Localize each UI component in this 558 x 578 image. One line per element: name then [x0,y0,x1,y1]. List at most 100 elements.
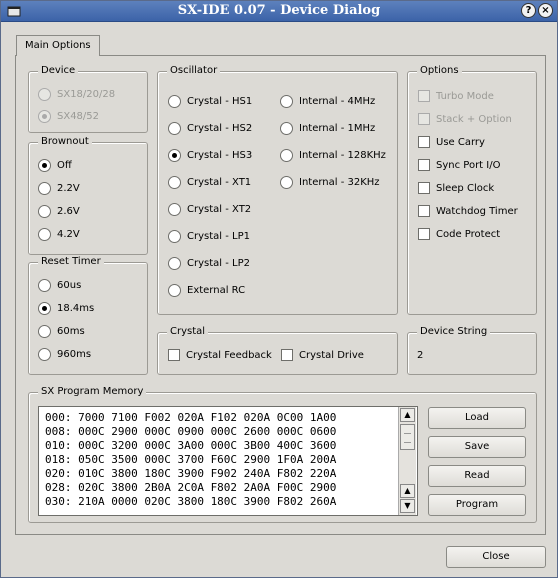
device-option-sx48[interactable]: SX48/52 [38,109,99,123]
option-use-carry[interactable]: Use Carry [418,135,485,149]
radio-icon [168,256,181,270]
help-button[interactable]: ? [521,3,536,18]
osc-internal-1mhz[interactable]: Internal - 1MHz [280,121,375,135]
reset-timer-option-label: 960ms [57,348,92,360]
device-string-legend: Device String [417,326,491,338]
osc-option-label: Internal - 1MHz [299,122,376,134]
osc-option-label: Internal - 32KHz [299,176,380,188]
osc-option-label: Crystal - XT2 [187,203,252,215]
radio-icon [168,283,181,297]
radio-icon [280,175,293,189]
osc-crystal-xt2[interactable]: Crystal - XT2 [168,202,251,216]
memory-line: 020: 010C 3800 180C 3900 F902 240A F802 … [45,467,337,480]
reset-timer-option-60ms[interactable]: 60ms [38,324,85,338]
brownout-option-2-2v[interactable]: 2.2V [38,181,80,195]
brownout-option-label: 4.2V [57,228,80,240]
osc-option-label: Crystal - LP1 [187,230,250,242]
close-button[interactable]: Close [446,546,546,568]
radio-icon [38,227,51,241]
device-option-sx18[interactable]: SX18/20/28 [38,87,115,101]
radio-icon [168,175,181,189]
reset-timer-option-label: 60us [57,279,82,291]
osc-crystal-hs1[interactable]: Crystal - HS1 [168,94,252,108]
osc-option-label: Crystal - HS3 [187,149,253,161]
crystal-feedback-checkbox[interactable]: Crystal Feedback [168,348,272,362]
title-bar[interactable]: SX-IDE 0.07 - Device Dialog ? × [1,1,557,22]
load-button[interactable]: Load [428,407,526,429]
save-button[interactable]: Save [428,436,526,458]
crystal-option-label: Crystal Drive [299,349,364,361]
close-window-button[interactable]: × [538,3,553,18]
device-string-value: 2 [417,349,424,361]
osc-crystal-lp2[interactable]: Crystal - LP2 [168,256,250,270]
checkbox-icon [418,228,430,240]
osc-crystal-hs2[interactable]: Crystal - HS2 [168,121,252,135]
memory-line: 000: 7000 7100 F002 020A F102 020A 0C00 … [45,411,337,424]
osc-option-label: Crystal - HS2 [187,122,253,134]
memory-line: 018: 050C 3500 000C 3700 F60C 2900 1F0A … [45,453,337,466]
program-button[interactable]: Program [428,494,526,516]
osc-option-label: Internal - 128KHz [299,149,386,161]
osc-crystal-xt1[interactable]: Crystal - XT1 [168,175,251,189]
device-string-group: Device String [407,326,537,375]
reset-timer-legend: Reset Timer [38,256,104,268]
brownout-option-label: Off [57,159,72,171]
device-dialog-window: SX-IDE 0.07 - Device Dialog ? × Main Opt… [0,0,558,578]
checkbox-icon [418,182,430,194]
memory-line: 028: 020C 3800 2B0A 2C0A F802 2A0A F00C … [45,481,337,494]
option-stack-option[interactable]: Stack + Option [418,112,512,126]
checkbox-icon [168,349,180,361]
read-button[interactable]: Read [428,465,526,487]
oscillator-legend: Oscillator [167,65,221,77]
reset-timer-option-960ms[interactable]: 960ms [38,347,91,361]
help-icon: ? [525,5,532,16]
brownout-option-2-6v[interactable]: 2.6V [38,204,80,218]
option-label: Sync Port I/O [436,159,501,171]
osc-internal-32khz[interactable]: Internal - 32KHz [280,175,380,189]
osc-external-rc[interactable]: External RC [168,283,245,297]
reset-timer-option-18-4ms[interactable]: 18.4ms [38,301,94,315]
close-icon: × [541,5,550,16]
reset-timer-option-60us[interactable]: 60us [38,278,81,292]
scroll-up-arrow-icon[interactable]: ▲ [400,408,415,422]
options-legend: Options [417,65,462,77]
scroll-up-arrow-icon[interactable]: ▲ [400,484,415,498]
window-title: SX-IDE 0.07 - Device Dialog [177,3,381,18]
option-watchdog-timer[interactable]: Watchdog Timer [418,204,518,218]
checkbox-icon [418,159,430,171]
program-memory-listing[interactable]: 000: 7000 7100 F002 020A F102 020A 0C00 … [38,406,418,516]
option-code-protect[interactable]: Code Protect [418,227,500,241]
radio-icon [38,324,51,338]
radio-icon [38,278,51,292]
radio-checked-icon [38,158,51,172]
device-group: Device [28,65,148,133]
checkbox-icon [418,90,430,102]
radio-icon [280,148,293,162]
option-label: Stack + Option [436,113,512,125]
device-legend: Device [38,65,79,77]
radio-icon [38,204,51,218]
program-memory-legend: SX Program Memory [38,386,147,398]
brownout-option-off[interactable]: Off [38,158,72,172]
reset-timer-option-label: 60ms [57,325,85,337]
checkbox-icon [281,349,293,361]
radio-icon [168,202,181,216]
scroll-down-arrow-icon[interactable]: ▼ [400,499,415,513]
option-turbo-mode[interactable]: Turbo Mode [418,89,494,103]
option-sync-port-io[interactable]: Sync Port I/O [418,158,500,172]
reset-timer-option-label: 18.4ms [57,302,95,314]
radio-checked-icon [38,109,51,123]
memory-vertical-scrollbar[interactable]: ▲ ▲ ▼ [398,407,416,515]
osc-crystal-lp1[interactable]: Crystal - LP1 [168,229,250,243]
osc-crystal-hs3[interactable]: Crystal - HS3 [168,148,252,162]
brownout-option-4-2v[interactable]: 4.2V [38,227,80,241]
option-sleep-clock[interactable]: Sleep Clock [418,181,494,195]
osc-internal-4mhz[interactable]: Internal - 4MHz [280,94,375,108]
radio-icon [280,94,293,108]
crystal-drive-checkbox[interactable]: Crystal Drive [281,348,364,362]
osc-option-label: External RC [187,284,246,296]
osc-internal-128khz[interactable]: Internal - 128KHz [280,148,386,162]
tab-main-options[interactable]: Main Options [16,35,100,56]
osc-option-label: Internal - 4MHz [299,95,376,107]
scrollbar-thumb[interactable] [400,424,415,450]
